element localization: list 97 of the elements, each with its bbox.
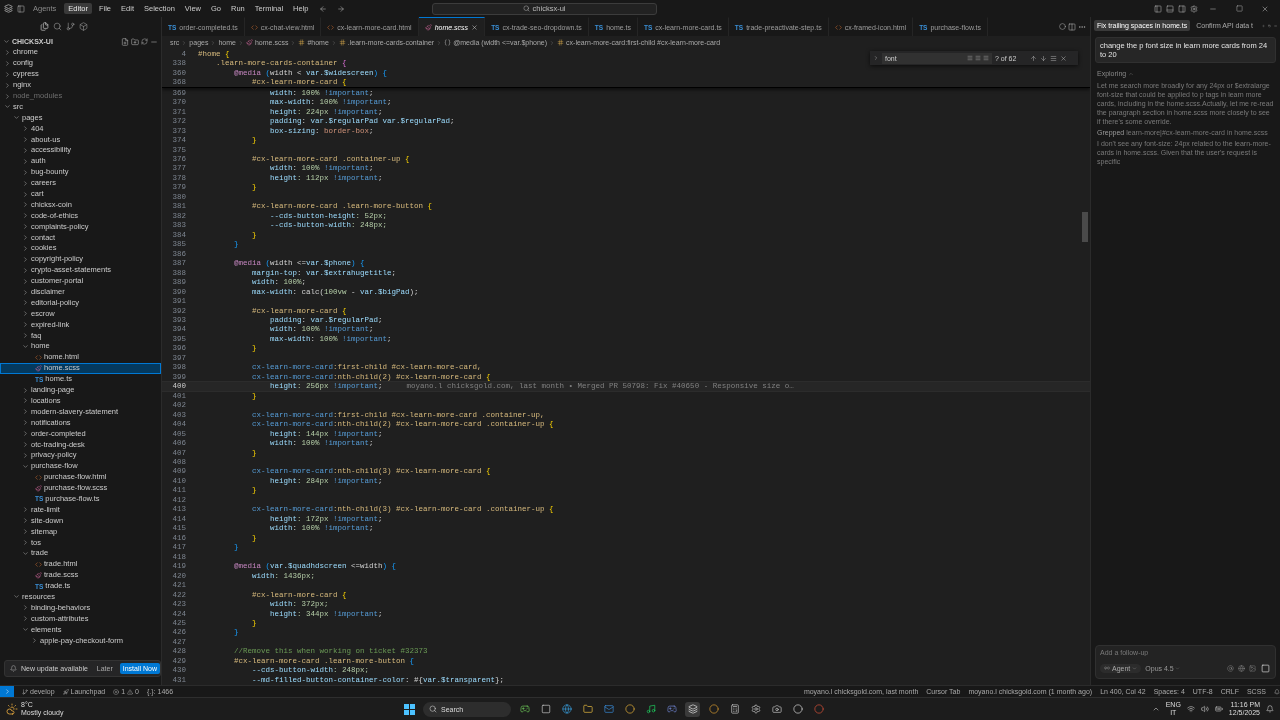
code-icon [834,23,842,31]
globe-icon[interactable] [561,704,572,714]
layers-icon [687,704,698,714]
square-icon[interactable] [540,704,551,714]
image-icon[interactable] [1249,664,1256,672]
chevron-right-icon [181,39,188,46]
chevron-down-icon [13,593,20,601]
branch-icon[interactable] [66,22,75,31]
globe-icon[interactable] [1238,664,1245,672]
code-icon [35,560,42,568]
brush-icon [35,484,42,492]
search-icon [522,5,530,12]
layout-icon [1178,4,1186,13]
chevron-right-icon [31,637,38,645]
circle-icon [1059,23,1066,30]
lines-icon[interactable] [1050,54,1057,62]
settings-icon [1190,4,1198,13]
chevron-right-icon [237,39,244,46]
branch-icon [22,688,28,695]
chevron-up-icon [1128,70,1135,77]
close-icon [1261,4,1269,13]
new-file-icon[interactable] [121,37,129,46]
lines-icon [983,55,989,61]
wifi-icon [1186,705,1195,713]
chevron-right-icon [330,39,337,46]
braces-icon [444,39,452,46]
chevron-down-icon[interactable] [3,38,10,45]
brush-icon [35,364,42,372]
mail-icon[interactable] [603,704,614,714]
brush-icon [245,39,253,46]
layout-icon [1166,4,1174,13]
chevron-right-icon [3,688,11,695]
battery-icon [1214,705,1223,713]
down-arrow-icon[interactable] [1040,54,1047,62]
chevron-right-icon [549,39,556,46]
layout-icon [1154,4,1162,13]
lines-icon [967,55,973,61]
stop-icon [1261,663,1270,673]
hash-icon [338,39,346,46]
chevron-right-icon [873,55,879,61]
panel-icon [17,4,25,13]
chevron-down-icon [22,626,29,634]
chevron-right-icon [436,39,443,46]
active-app-button[interactable] [685,701,700,717]
settings-icon[interactable] [750,704,761,714]
rocket-icon [62,688,69,695]
code-icon [35,353,42,361]
infinity-icon [1104,665,1110,671]
gamepad-icon[interactable] [666,704,677,714]
calculator-icon[interactable] [729,704,740,714]
volume-icon [1200,705,1209,713]
lines-icon [975,55,981,61]
forward-arrow-icon [336,4,345,13]
hash-icon [298,39,306,46]
chevron-down-icon [22,343,29,350]
new-folder-icon[interactable] [131,37,139,46]
stop-button[interactable] [1260,661,1271,675]
close-icon[interactable] [471,23,479,31]
code-icon [250,23,258,31]
brush-icon [35,571,42,579]
chevron-down-icon [22,549,29,557]
at-icon[interactable] [1227,664,1234,672]
scrollbar-thumb[interactable] [1082,212,1088,242]
refresh-icon[interactable] [141,38,148,45]
bell-icon [1266,705,1274,713]
code-icon [35,473,42,481]
chevron-right-icon [290,39,297,46]
windows-logo-icon[interactable] [404,703,415,715]
up-arrow-icon[interactable] [1030,54,1037,62]
circle-icon[interactable] [708,704,719,714]
warning-icon [127,688,134,695]
hash-icon [557,39,565,46]
chevron-down-icon [1132,665,1138,671]
circle-icon[interactable] [813,704,824,714]
back-arrow-icon [318,4,327,13]
chevron-up-icon [1151,705,1160,713]
bell-icon [10,665,17,672]
weather-icon [6,703,18,715]
search-icon [429,705,437,713]
chevron-right-icon [210,39,217,46]
chevron-down-icon [22,462,29,470]
split-icon [1068,22,1076,31]
maximize-icon [1235,5,1243,12]
gamepad-icon[interactable] [519,704,530,714]
brush-icon [424,23,432,31]
search-icon[interactable] [53,22,62,31]
music-icon[interactable] [645,704,656,714]
error-icon [113,688,120,695]
circle-icon[interactable] [624,704,635,714]
code-icon [327,23,335,31]
bell-icon [1274,688,1280,695]
close-icon[interactable] [1060,54,1067,62]
layers-icon [4,4,13,13]
folder-icon[interactable] [582,704,593,714]
files-icon[interactable] [40,22,49,31]
box-icon[interactable] [79,22,88,31]
camera-icon[interactable] [771,704,782,714]
